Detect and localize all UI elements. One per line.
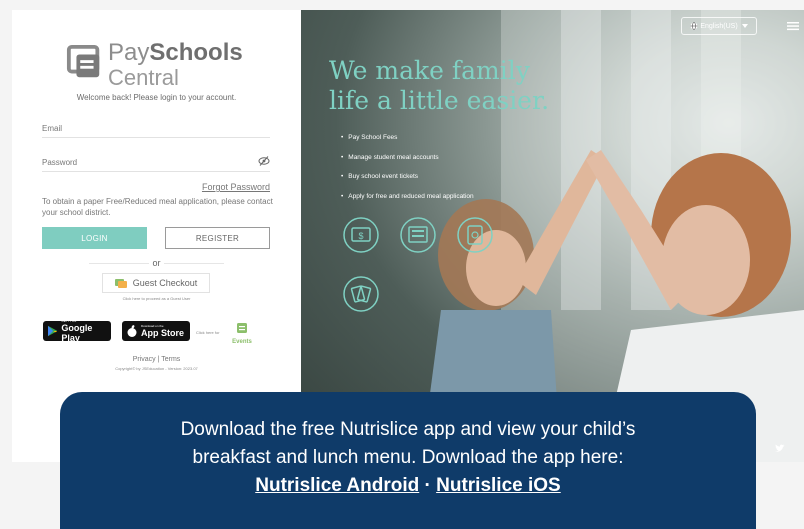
hamburger-menu-icon[interactable] <box>787 20 799 32</box>
twitter-icon[interactable] <box>775 444 785 453</box>
globe-icon <box>690 22 698 30</box>
feature-list: Pay School Fees Manage student meal acco… <box>341 134 474 213</box>
meal-account-icon <box>400 217 436 253</box>
svg-text:$: $ <box>358 231 363 241</box>
or-separator: or <box>152 258 161 268</box>
ticket-icon <box>457 217 493 253</box>
password-field[interactable] <box>42 171 270 172</box>
nutrislice-android-link[interactable]: Nutrislice Android <box>255 475 419 496</box>
payment-icon: $ <box>343 217 379 253</box>
banner-line-1: Download the free Nutrislice app and vie… <box>180 419 636 440</box>
register-button[interactable]: REGISTER <box>165 227 270 249</box>
apple-icon <box>127 325 137 337</box>
tagline-line-1: We make family <box>329 56 530 85</box>
logo-text-central: Central <box>108 65 179 90</box>
events-hint: Click here for <box>196 330 220 335</box>
banner-line-2: breakfast and lunch menu. Download the a… <box>192 447 624 468</box>
eye-slash-icon[interactable] <box>258 156 270 166</box>
banner-dot: · <box>424 475 431 496</box>
payschools-logo: PaySchools Central <box>66 39 243 90</box>
language-selector[interactable]: English(US) <box>681 17 757 35</box>
hero-tagline: We make family life a little easier. <box>329 56 589 116</box>
password-label[interactable]: Password <box>42 158 77 167</box>
nutrislice-banner: Download the free Nutrislice app and vie… <box>60 392 756 529</box>
banner-links: Nutrislice Android · Nutrislice iOS <box>60 472 756 500</box>
google-play-icon <box>48 325 58 337</box>
app-store-label: App Store <box>141 328 185 338</box>
nutrislice-ios-link[interactable]: Nutrislice iOS <box>436 475 561 496</box>
chevron-down-icon <box>741 24 748 28</box>
logo-text-pay: Pay <box>108 39 150 66</box>
google-play-badge[interactable]: GET IT ON Google Play <box>43 319 111 343</box>
footer-links: Privacy | Terms <box>12 356 301 363</box>
language-label: English(US) <box>700 22 738 30</box>
guest-hint: Click here to proceed as a Guest User <box>122 296 191 301</box>
copyright-text: Copyright© by JSEducation - Version: 202… <box>115 366 198 371</box>
guest-checkout-button[interactable]: Guest Checkout <box>102 273 210 293</box>
logo-text-schools: Schools <box>149 39 243 66</box>
tagline-line-2: life a little easier. <box>329 86 550 115</box>
welcome-text: Welcome back! Please login to your accou… <box>76 93 237 102</box>
email-label[interactable]: Email <box>42 124 62 133</box>
events-logo-icon <box>237 323 247 333</box>
google-play-label: Google Play <box>61 323 93 343</box>
terms-link[interactable]: Terms <box>161 356 180 363</box>
feature-item: Apply for free and reduced meal applicat… <box>341 193 473 213</box>
application-icon <box>343 276 379 312</box>
forgot-password-link[interactable]: Forgot Password <box>202 182 270 192</box>
app-store-badge[interactable]: Download on the App Store <box>122 321 190 341</box>
guest-checkout-label: Guest Checkout <box>132 278 198 288</box>
email-field[interactable] <box>42 137 270 138</box>
footer-separator: | <box>157 356 160 363</box>
login-button[interactable]: LOGIN <box>42 227 147 249</box>
events-label: Events <box>232 339 252 345</box>
feature-item: Manage student meal accounts <box>341 154 474 174</box>
feature-item: Buy school event tickets <box>341 173 474 193</box>
guest-cart-icon <box>114 279 127 288</box>
privacy-link[interactable]: Privacy <box>133 356 156 363</box>
paper-application-notice: To obtain a paper Free/Reduced meal appl… <box>42 197 273 217</box>
events-link[interactable]: Events <box>228 320 256 345</box>
feature-item: Pay School Fees <box>341 134 474 154</box>
payschools-logo-icon <box>66 44 100 78</box>
